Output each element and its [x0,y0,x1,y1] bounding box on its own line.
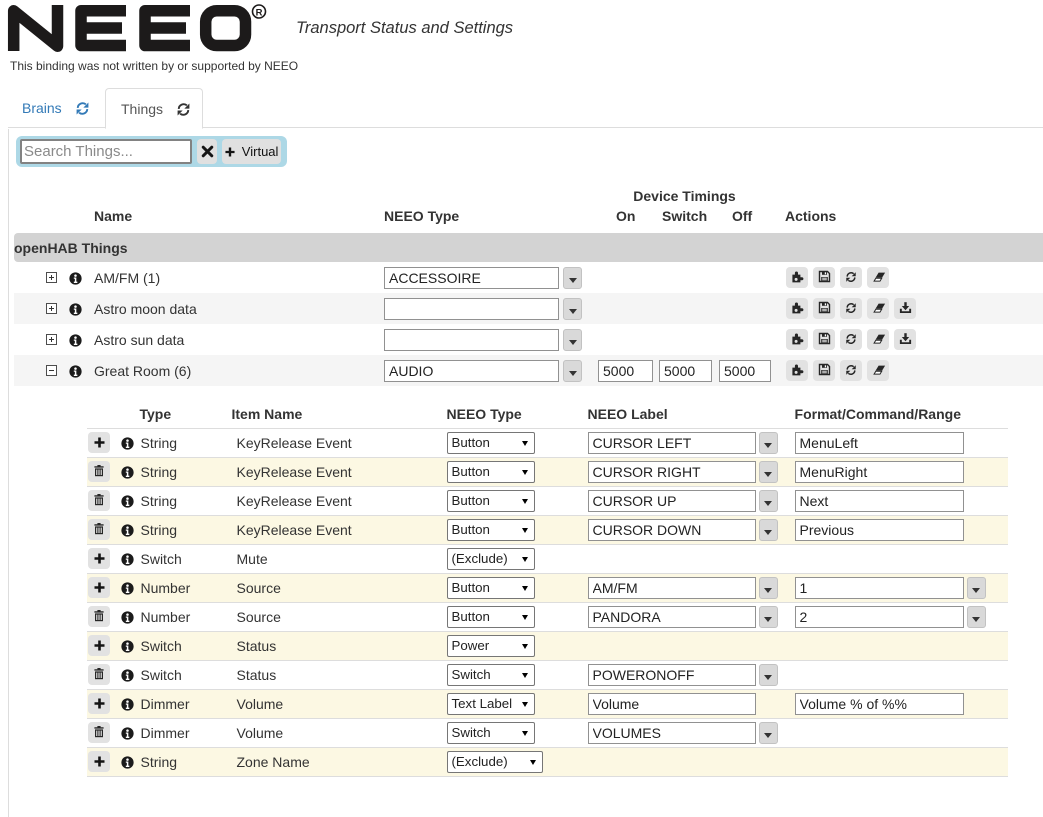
svg-text:R: R [256,8,263,19]
